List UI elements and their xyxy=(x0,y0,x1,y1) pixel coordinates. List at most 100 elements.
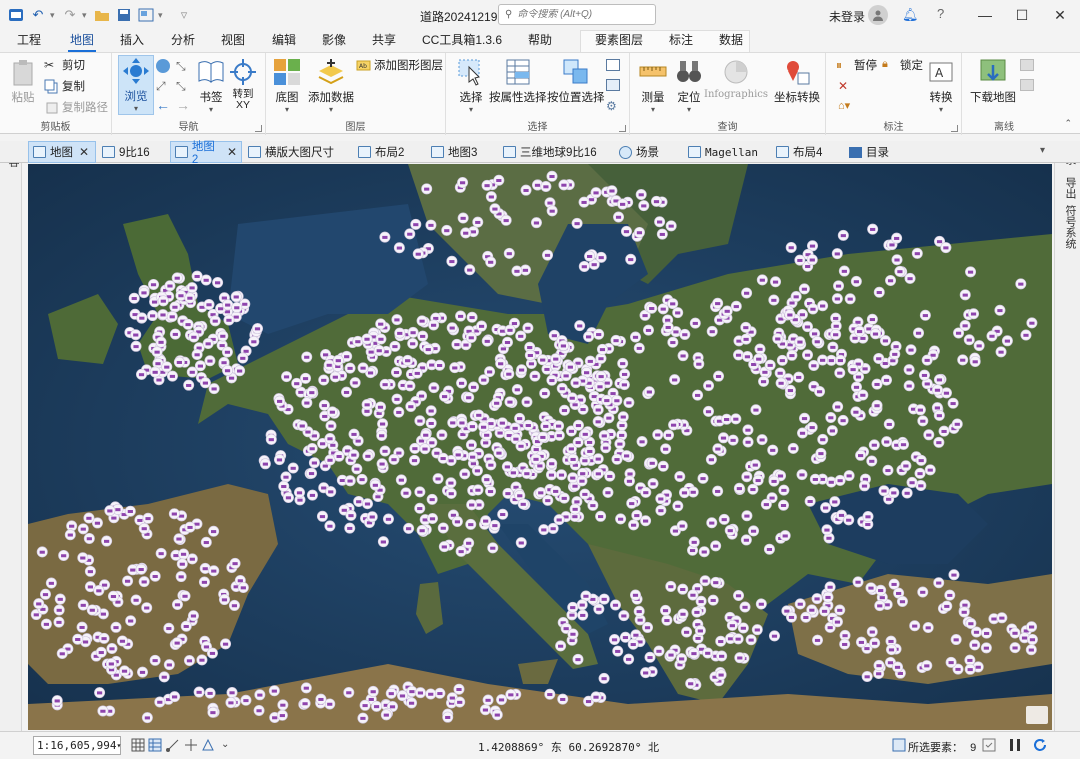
zoom-to-layer-icon[interactable]: ⤡ xyxy=(176,79,186,94)
next-extent-icon[interactable]: → xyxy=(176,97,190,113)
table-grid-icon[interactable] xyxy=(148,738,162,752)
export-pane-label[interactable]: 导出 xyxy=(1062,177,1078,199)
snapping-icon[interactable] xyxy=(166,738,180,752)
goto-xy-button[interactable]: 转到 XY xyxy=(228,57,258,111)
lock-labels-button[interactable]: 🔒︎ 锁定 xyxy=(882,57,923,73)
open-folder-icon[interactable] xyxy=(92,5,112,25)
contents-pane-collapsed[interactable]: 内容 xyxy=(0,141,22,731)
close-tab-icon[interactable]: ✕ xyxy=(227,145,237,159)
login-status[interactable]: 未登录 xyxy=(829,8,865,25)
close-button[interactable]: ✕ xyxy=(1045,4,1075,26)
tab-labeling[interactable]: 标注 xyxy=(667,32,695,52)
grid-view-icon[interactable] xyxy=(131,738,145,752)
convert-labels-button[interactable]: A 转换 ▾ xyxy=(926,57,956,114)
previous-extent-icon[interactable]: ← xyxy=(156,97,170,113)
toolbar-overflow-icon[interactable]: ⌄ xyxy=(221,739,229,750)
attributes-table-icon[interactable] xyxy=(606,59,620,71)
minimize-button[interactable]: — xyxy=(970,4,1000,26)
tab-feature-layer[interactable]: 要素图层 xyxy=(593,32,645,52)
view-tab-globe[interactable]: 三维地球9比16 xyxy=(499,141,601,163)
measure-button[interactable]: 测量 ▾ xyxy=(638,57,668,114)
bookmarks-button[interactable]: 书签 ▾ xyxy=(196,57,226,114)
cut-button[interactable]: ✂ 剪切 xyxy=(44,57,85,73)
map-canvas[interactable] xyxy=(28,164,1052,730)
command-search-box[interactable]: ⚲ xyxy=(498,4,656,25)
tab-help[interactable]: 帮助 xyxy=(526,32,554,52)
symbology-pane-label[interactable]: 符号系统 xyxy=(1062,205,1078,249)
basemap-button[interactable]: 底图 ▾ xyxy=(272,57,302,114)
tab-edit[interactable]: 编辑 xyxy=(270,32,298,52)
copy-path-button[interactable]: 复制路径 xyxy=(44,99,108,115)
download-map-button[interactable]: 下载地图 xyxy=(970,57,1016,105)
select-by-location-button[interactable]: 按位置选择 xyxy=(547,57,605,105)
orientation-icon[interactable] xyxy=(201,738,215,752)
zoom-to-selection-icon[interactable]: ⚙ xyxy=(606,99,617,113)
remove-offline-icon[interactable] xyxy=(1020,79,1034,91)
tab-analysis[interactable]: 分析 xyxy=(169,32,197,52)
layout-view-icon[interactable] xyxy=(136,5,156,25)
infographics-button[interactable]: Infographics xyxy=(704,57,768,100)
view-tab-map[interactable]: 地图 ✕ xyxy=(28,141,96,163)
tab-data[interactable]: 数据 xyxy=(717,32,745,52)
full-extent-icon[interactable] xyxy=(156,59,170,73)
scale-selector[interactable]: 1:16,605,994 ▾ xyxy=(33,736,121,755)
clear-selection-icon[interactable] xyxy=(606,79,620,91)
collapse-ribbon-icon[interactable]: ⌃ xyxy=(1064,118,1072,129)
coordinate-format-dropdown-icon[interactable]: ⌄ xyxy=(634,739,642,750)
view-tab-map3[interactable]: 地图3 xyxy=(427,141,481,163)
fixed-zoom-in-icon[interactable]: ⤡ xyxy=(176,59,186,74)
view-tab-9x16[interactable]: 9比16 xyxy=(98,141,154,163)
tab-overflow-icon[interactable]: ▾ xyxy=(1040,145,1045,156)
view-tab-layout4[interactable]: 布局4 xyxy=(772,141,826,163)
selection-launcher-icon[interactable] xyxy=(619,125,626,132)
refresh-map-icon[interactable] xyxy=(1033,738,1047,752)
locate-button[interactable]: 定位 ▾ xyxy=(674,57,704,114)
tab-map[interactable]: 地图 xyxy=(68,32,97,52)
view-tab-scene[interactable]: 场景 xyxy=(615,141,663,163)
view-tab-map2[interactable]: 地图2 ✕ xyxy=(170,141,242,166)
map-view[interactable] xyxy=(28,164,1052,730)
labeling-launcher-icon[interactable] xyxy=(951,125,958,132)
tab-cc-toolbox[interactable]: CC工具箱1.3.6 xyxy=(420,32,504,52)
explore-button[interactable]: 浏览 ▾ xyxy=(118,55,154,115)
pause-drawing-icon[interactable] xyxy=(1008,738,1022,752)
save-icon[interactable] xyxy=(114,5,134,25)
redo-icon[interactable]: ↷ xyxy=(60,5,80,25)
paste-button[interactable]: 粘贴 xyxy=(8,57,38,105)
select-button[interactable]: 选择 ▾ xyxy=(456,57,486,114)
view-tab-landscape[interactable]: 横版大图尺寸 xyxy=(244,141,338,163)
layout-dropdown-icon[interactable]: ▾ xyxy=(158,10,166,21)
tab-view[interactable]: 视图 xyxy=(219,32,247,52)
add-graphics-layer-button[interactable]: Ab 添加图形图层 xyxy=(356,57,443,73)
close-tab-icon[interactable]: ✕ xyxy=(79,145,89,159)
help-icon[interactable]: ? xyxy=(937,6,944,21)
coordinate-conversion-button[interactable]: 坐标转换 xyxy=(774,57,820,105)
unplaced-labels-icon[interactable]: ✕ xyxy=(838,79,848,93)
copy-button[interactable]: 复制 xyxy=(44,78,85,94)
tab-imagery[interactable]: 影像 xyxy=(320,32,348,52)
view-tab-layout2[interactable]: 布局2 xyxy=(354,141,408,163)
view-tab-catalog[interactable]: 目录 xyxy=(845,141,893,163)
pause-labeling-button[interactable]: ⏸︎ 暂停 xyxy=(836,57,877,73)
command-search-input[interactable] xyxy=(517,9,648,20)
sync-icon[interactable] xyxy=(1020,59,1034,71)
label-class-icon[interactable]: ⌂▾ xyxy=(838,99,850,112)
fixed-zoom-out-icon[interactable]: ⤢ xyxy=(156,79,166,94)
user-avatar-icon[interactable] xyxy=(868,5,888,25)
tab-share[interactable]: 共享 xyxy=(370,32,398,52)
undo-dropdown-icon[interactable]: ▾ xyxy=(50,10,58,21)
navigate-launcher-icon[interactable] xyxy=(255,125,262,132)
tab-insert[interactable]: 插入 xyxy=(118,32,146,52)
app-icon[interactable] xyxy=(6,5,26,25)
map-corner-control[interactable] xyxy=(1026,706,1048,724)
redo-dropdown-icon[interactable]: ▾ xyxy=(82,10,90,21)
view-tab-magellan[interactable]: Magellan xyxy=(684,141,762,163)
maximize-button[interactable]: ☐ xyxy=(1007,4,1037,26)
select-by-attributes-button[interactable]: 按属性选择 xyxy=(489,57,547,105)
customize-qat-icon[interactable]: ▿ xyxy=(174,5,194,25)
undo-icon[interactable]: ↶ xyxy=(28,5,48,25)
add-data-button[interactable]: 添加数据 ▾ xyxy=(308,57,354,114)
refresh-selection-icon[interactable] xyxy=(982,738,996,752)
constraints-icon[interactable] xyxy=(184,738,198,752)
notification-bell-icon[interactable]: 🔔︎ xyxy=(902,7,919,23)
